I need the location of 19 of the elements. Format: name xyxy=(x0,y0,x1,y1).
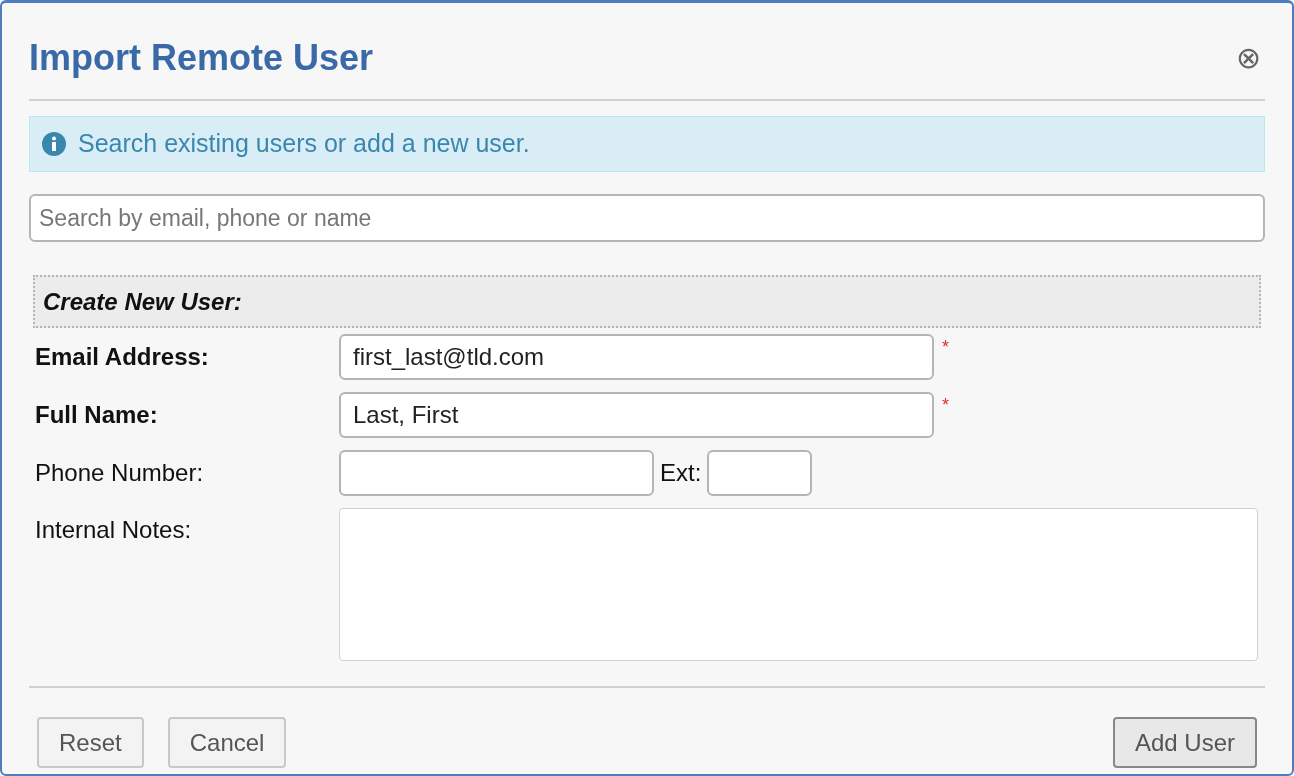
phone-input[interactable] xyxy=(339,450,654,496)
dialog-title: Import Remote User xyxy=(29,36,374,80)
field-label: Phone Number: xyxy=(35,458,205,488)
text-input[interactable]: first_last@tld.com xyxy=(339,334,934,380)
field-label: Full Name: xyxy=(35,400,159,430)
dialog-button[interactable]: Add User xyxy=(1112,717,1257,768)
search-field[interactable]: Search by email, phone or name xyxy=(29,194,1265,242)
info-icon xyxy=(42,132,66,156)
ext-input[interactable] xyxy=(707,450,813,496)
text-input[interactable]: Last, First xyxy=(339,392,934,438)
section-title: Create New User: xyxy=(43,286,242,317)
field-label: Internal Notes: xyxy=(35,515,193,545)
required-marker: * xyxy=(942,336,949,356)
dialog-button[interactable]: Cancel xyxy=(167,717,287,768)
ext-label: Ext: xyxy=(660,458,702,488)
required-marker: * xyxy=(942,394,949,414)
dialog-button[interactable]: Reset xyxy=(37,717,144,768)
info-text: Search existing users or add a new user. xyxy=(78,128,530,160)
field-label: Email Address: xyxy=(35,342,210,372)
